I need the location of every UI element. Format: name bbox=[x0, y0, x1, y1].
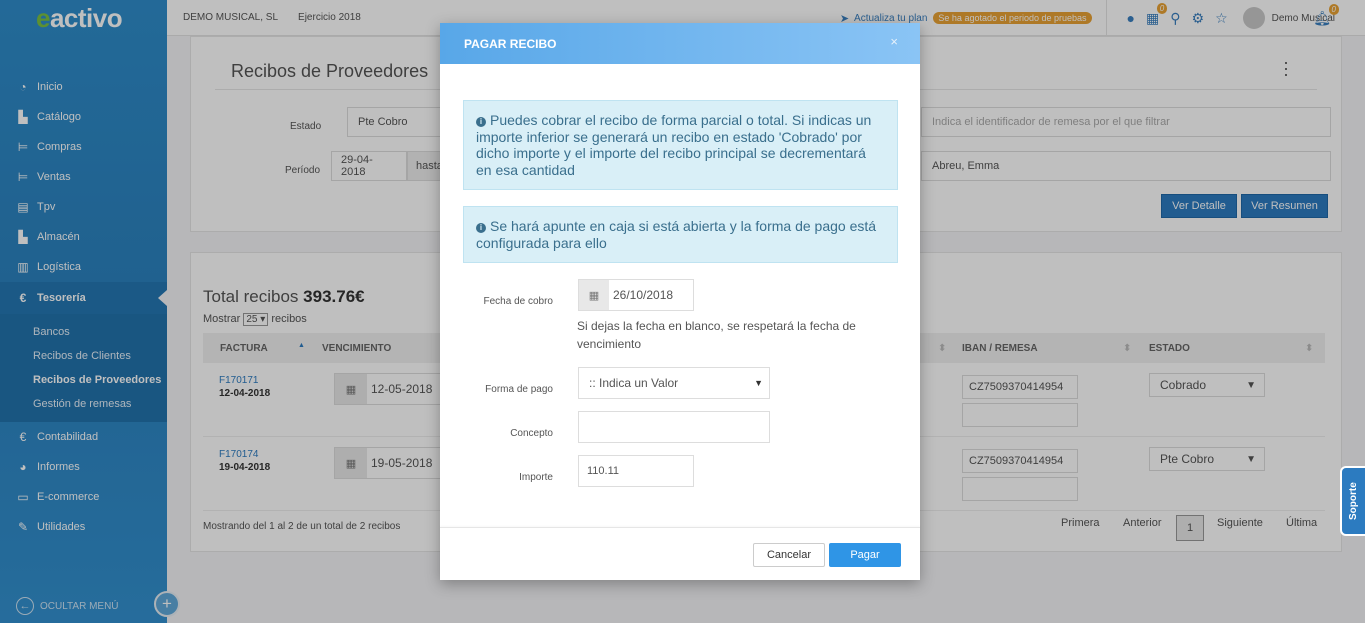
pay-button[interactable]: Pagar bbox=[829, 543, 901, 567]
fecha-cobro-label: Fecha de cobro bbox=[483, 296, 554, 307]
concepto-label: Concepto bbox=[510, 428, 553, 439]
info-alert-partial: i Puedes cobrar el recibo de forma parcia… bbox=[463, 100, 898, 190]
modal-footer: Cancelar Pagar bbox=[440, 527, 920, 580]
info-icon: i bbox=[476, 223, 486, 233]
forma-pago-label: Forma de pago bbox=[485, 384, 553, 395]
forma-pago-select[interactable]: :: Indica un Valor ▼ bbox=[578, 367, 770, 399]
chevron-down-icon: ▼ bbox=[754, 378, 763, 388]
importe-input[interactable]: 110.11 bbox=[578, 455, 694, 487]
info-icon: i bbox=[476, 117, 486, 127]
concepto-input[interactable] bbox=[578, 411, 770, 443]
importe-label: Importe bbox=[519, 472, 553, 483]
fecha-help-text: Si dejas la fecha en blanco, se respetar… bbox=[577, 319, 856, 351]
calendar-icon: ▦ bbox=[579, 280, 609, 310]
fecha-cobro-input[interactable]: ▦ 26/10/2018 bbox=[578, 279, 694, 311]
pay-receipt-modal: PAGAR RECIBO × i Puedes cobrar el recibo … bbox=[440, 23, 920, 580]
modal-title: PAGAR RECIBO bbox=[440, 23, 920, 64]
info-alert-cash: i Se hará apunte en caja si está abierta … bbox=[463, 206, 898, 263]
support-tab[interactable]: Soporte bbox=[1340, 466, 1365, 536]
close-icon[interactable]: × bbox=[890, 34, 898, 49]
cancel-button[interactable]: Cancelar bbox=[753, 543, 825, 567]
